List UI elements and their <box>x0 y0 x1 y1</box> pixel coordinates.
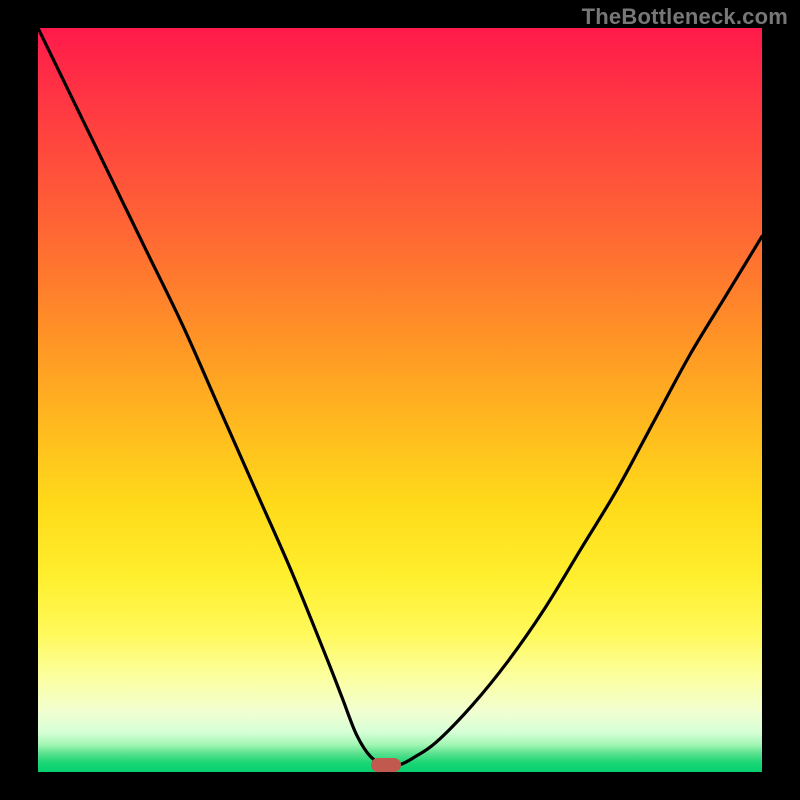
chart-frame: TheBottleneck.com <box>0 0 800 800</box>
plot-area <box>38 28 762 772</box>
bottleneck-curve <box>38 28 762 765</box>
watermark-text: TheBottleneck.com <box>582 4 788 30</box>
curve-svg <box>38 28 762 772</box>
optimal-marker <box>371 758 401 772</box>
